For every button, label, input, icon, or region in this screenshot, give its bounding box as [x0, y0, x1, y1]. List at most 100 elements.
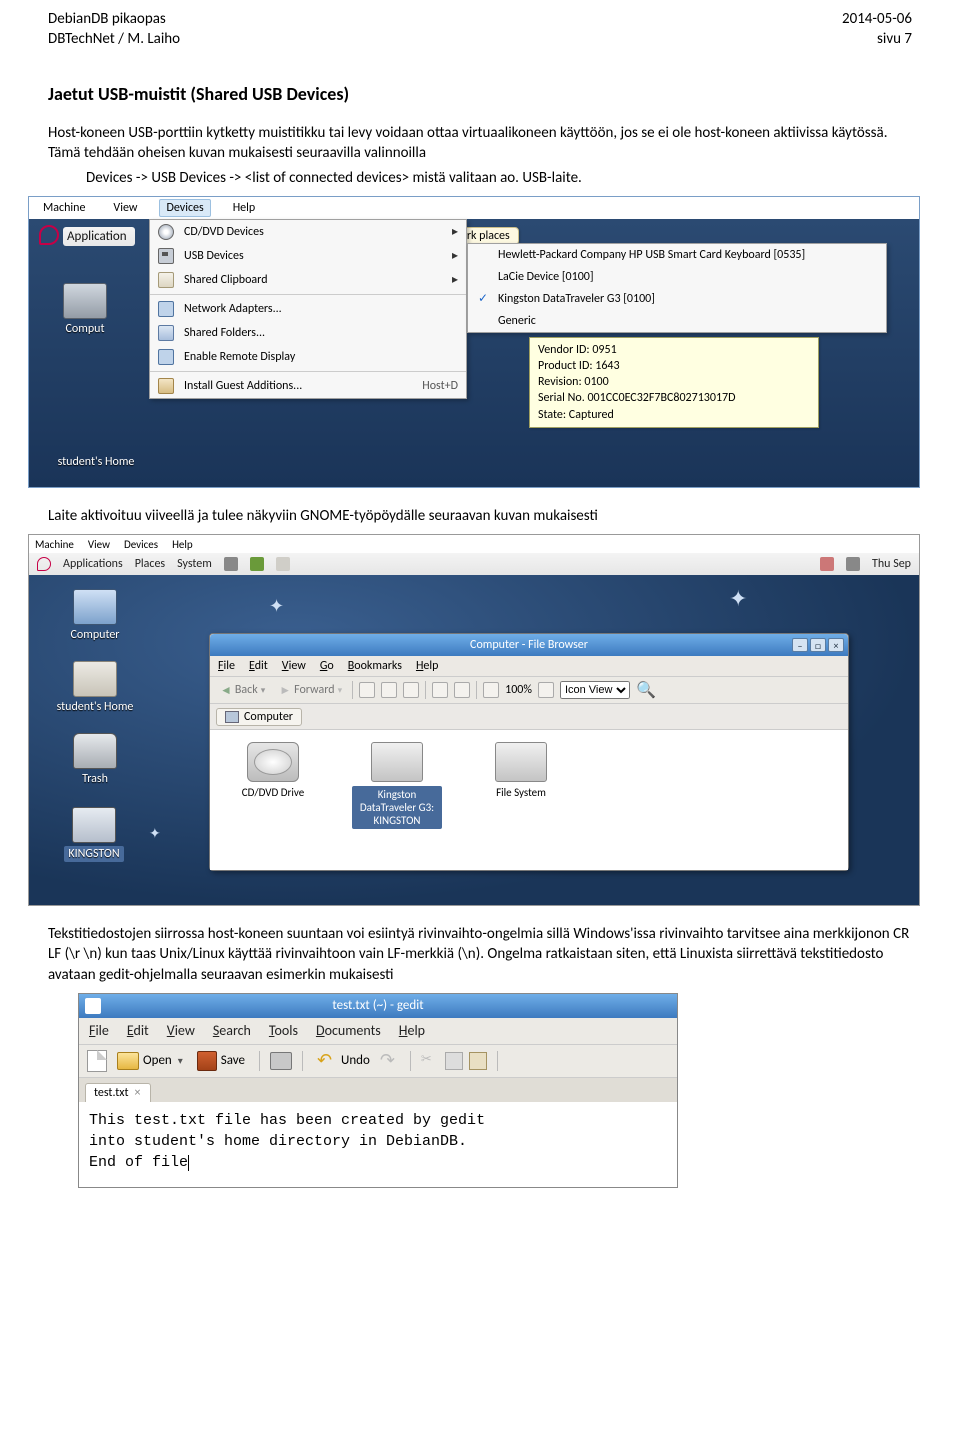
- gedit-titlebar[interactable]: ✎ test.txt (~) - gedit: [79, 994, 677, 1018]
- desktop-computer[interactable]: Computer: [55, 589, 135, 642]
- gedit-menu-search[interactable]: Search: [213, 1022, 251, 1039]
- volume-icon[interactable]: [846, 557, 860, 571]
- close-button[interactable]: ×: [828, 638, 844, 652]
- stop-icon[interactable]: [381, 682, 397, 698]
- menu-machine[interactable]: Machine: [35, 538, 74, 551]
- menu-view[interactable]: View: [88, 538, 110, 551]
- gedit-tabbar: test.txt×: [79, 1078, 677, 1102]
- save-button[interactable]: Save: [193, 1049, 249, 1073]
- fw-menu-edit[interactable]: Edit: [249, 659, 268, 673]
- fw-menu-help[interactable]: Help: [416, 659, 439, 673]
- menu-devices[interactable]: Devices: [159, 199, 210, 217]
- gedit-editor[interactable]: This test.txt file has been created by g…: [79, 1102, 677, 1187]
- usb-item-hp[interactable]: Hewlett-Packard Company HP USB Smart Car…: [468, 244, 886, 266]
- desktop-computer-icon[interactable]: Comput: [59, 283, 111, 336]
- gedit-menu-help[interactable]: Help: [399, 1022, 425, 1039]
- usb-item-lacie[interactable]: LaCie Device [0100]: [468, 266, 886, 288]
- doc-date: 2014-05-06: [842, 10, 912, 30]
- desktop-kingston[interactable]: KINGSTON: [49, 807, 139, 862]
- minimize-button[interactable]: –: [792, 638, 808, 652]
- fw-menu-go[interactable]: Go: [320, 659, 334, 673]
- fw-menu-bookmarks[interactable]: Bookmarks: [348, 659, 402, 673]
- app-icon[interactable]: [250, 557, 264, 571]
- panel-places[interactable]: Places: [135, 557, 165, 571]
- back-button[interactable]: ◄Back▾: [216, 681, 269, 700]
- menu-help[interactable]: Help: [227, 200, 262, 216]
- doc-author: DBTechNet / M. Laiho: [48, 30, 180, 50]
- notification-icon[interactable]: [820, 557, 834, 571]
- close-tab-icon[interactable]: ×: [134, 1086, 140, 1100]
- item-filesystem[interactable]: File System: [476, 742, 566, 858]
- open-button[interactable]: Open▾: [113, 1050, 187, 1072]
- menu-item-sharedfolders[interactable]: Shared Folders...: [150, 321, 466, 345]
- up-icon[interactable]: [359, 682, 375, 698]
- menu-item-clipboard[interactable]: Shared Clipboard▸: [150, 268, 466, 292]
- reload-icon[interactable]: [403, 682, 419, 698]
- undo-button[interactable]: Undo: [313, 1051, 374, 1071]
- menu-help[interactable]: Help: [172, 538, 193, 551]
- section3-para: Tekstitiedostojen siirrossa host-koneen …: [48, 924, 912, 985]
- chevron-right-icon: ▸: [452, 224, 458, 239]
- section1-para2: Devices -> USB Devices -> <list of conne…: [48, 168, 912, 188]
- section1-para1: Host-koneen USB-porttiin kytketty muisti…: [48, 123, 912, 164]
- gedit-menu-file[interactable]: File: [89, 1022, 109, 1039]
- mid-caption: Laite aktivoituu viiveellä ja tulee näky…: [48, 506, 912, 526]
- gedit-menu-documents[interactable]: Documents: [316, 1022, 381, 1039]
- new-file-icon[interactable]: [87, 1050, 107, 1072]
- view-mode-select[interactable]: Icon View: [560, 681, 630, 699]
- print-icon[interactable]: [270, 1052, 292, 1070]
- file-browser-toolbar: ◄Back▾ ►Forward▾ 100% Icon View 🔍: [210, 676, 848, 704]
- browser-icon[interactable]: [224, 557, 238, 571]
- usb-item-generic[interactable]: Generic: [468, 310, 886, 332]
- menu-devices[interactable]: Devices: [124, 538, 158, 551]
- item-kingston-drive[interactable]: Kingston DataTraveler G3: KINGSTON: [352, 742, 442, 858]
- chevron-down-icon: ▾: [178, 1054, 183, 1067]
- panel-applications[interactable]: Applications: [63, 557, 123, 571]
- panel-clock[interactable]: Thu Sep: [872, 557, 911, 571]
- editor-line1: This test.txt file has been created by g…: [89, 1112, 485, 1129]
- terminal-icon[interactable]: [276, 557, 290, 571]
- window-titlebar[interactable]: Computer - File Browser – □ ×: [210, 634, 848, 656]
- gedit-menu-view[interactable]: View: [167, 1022, 195, 1039]
- usb-item-kingston[interactable]: ✓Kingston DataTraveler G3 [0100]: [468, 288, 886, 310]
- panel-system[interactable]: System: [177, 557, 212, 571]
- menu-item-network[interactable]: Network Adapters...: [150, 297, 466, 321]
- redo-icon[interactable]: [380, 1053, 400, 1069]
- desktop-home-icon[interactable]: student's Home: [41, 455, 151, 469]
- copy-icon[interactable]: [445, 1052, 463, 1070]
- tooltip-vendor: Vendor ID: 0951: [538, 342, 810, 358]
- file-browser-window: Computer - File Browser – □ × File Edit …: [209, 633, 849, 871]
- zoom-out-icon[interactable]: [483, 682, 499, 698]
- menu-item-usb[interactable]: USB Devices▸: [150, 244, 466, 268]
- gedit-menu-tools[interactable]: Tools: [269, 1022, 298, 1039]
- desktop-home[interactable]: student's Home: [49, 661, 141, 714]
- home-icon[interactable]: [432, 682, 448, 698]
- menu-item-cddvd[interactable]: CD/DVD Devices▸: [150, 220, 466, 244]
- gnome-applications-label[interactable]: Application: [63, 227, 135, 246]
- open-icon: [117, 1052, 139, 1070]
- paste-icon[interactable]: [469, 1052, 487, 1070]
- menu-machine[interactable]: Machine: [37, 200, 91, 216]
- computer-icon: [225, 711, 239, 723]
- gedit-tab[interactable]: test.txt×: [85, 1083, 151, 1102]
- menu-item-guestadditions[interactable]: Install Guest Additions...Host+D: [150, 374, 466, 398]
- menu-item-remotedisplay[interactable]: Enable Remote Display: [150, 345, 466, 369]
- fw-menu-file[interactable]: File: [218, 659, 235, 673]
- package-icon: [158, 378, 174, 394]
- check-icon: ✓: [476, 291, 490, 306]
- item-cddvd-drive[interactable]: CD/DVD Drive: [228, 742, 318, 858]
- gedit-menu-edit[interactable]: Edit: [127, 1022, 149, 1039]
- zoom-in-icon[interactable]: [538, 682, 554, 698]
- forward-button[interactable]: ►Forward▾: [275, 681, 346, 700]
- maximize-button[interactable]: □: [810, 638, 826, 652]
- fw-menu-view[interactable]: View: [282, 659, 306, 673]
- chevron-right-icon: ▸: [452, 248, 458, 263]
- computer-icon[interactable]: [454, 682, 470, 698]
- cut-icon[interactable]: [421, 1052, 439, 1070]
- location-chip[interactable]: Computer: [216, 708, 302, 726]
- gnome-top-panel: Applications Places System Thu Sep: [29, 553, 919, 575]
- devices-dropdown: CD/DVD Devices▸ USB Devices▸ Shared Clip…: [149, 219, 467, 399]
- desktop-trash[interactable]: Trash: [55, 733, 135, 786]
- search-icon[interactable]: 🔍: [636, 680, 656, 700]
- menu-view[interactable]: View: [107, 200, 143, 216]
